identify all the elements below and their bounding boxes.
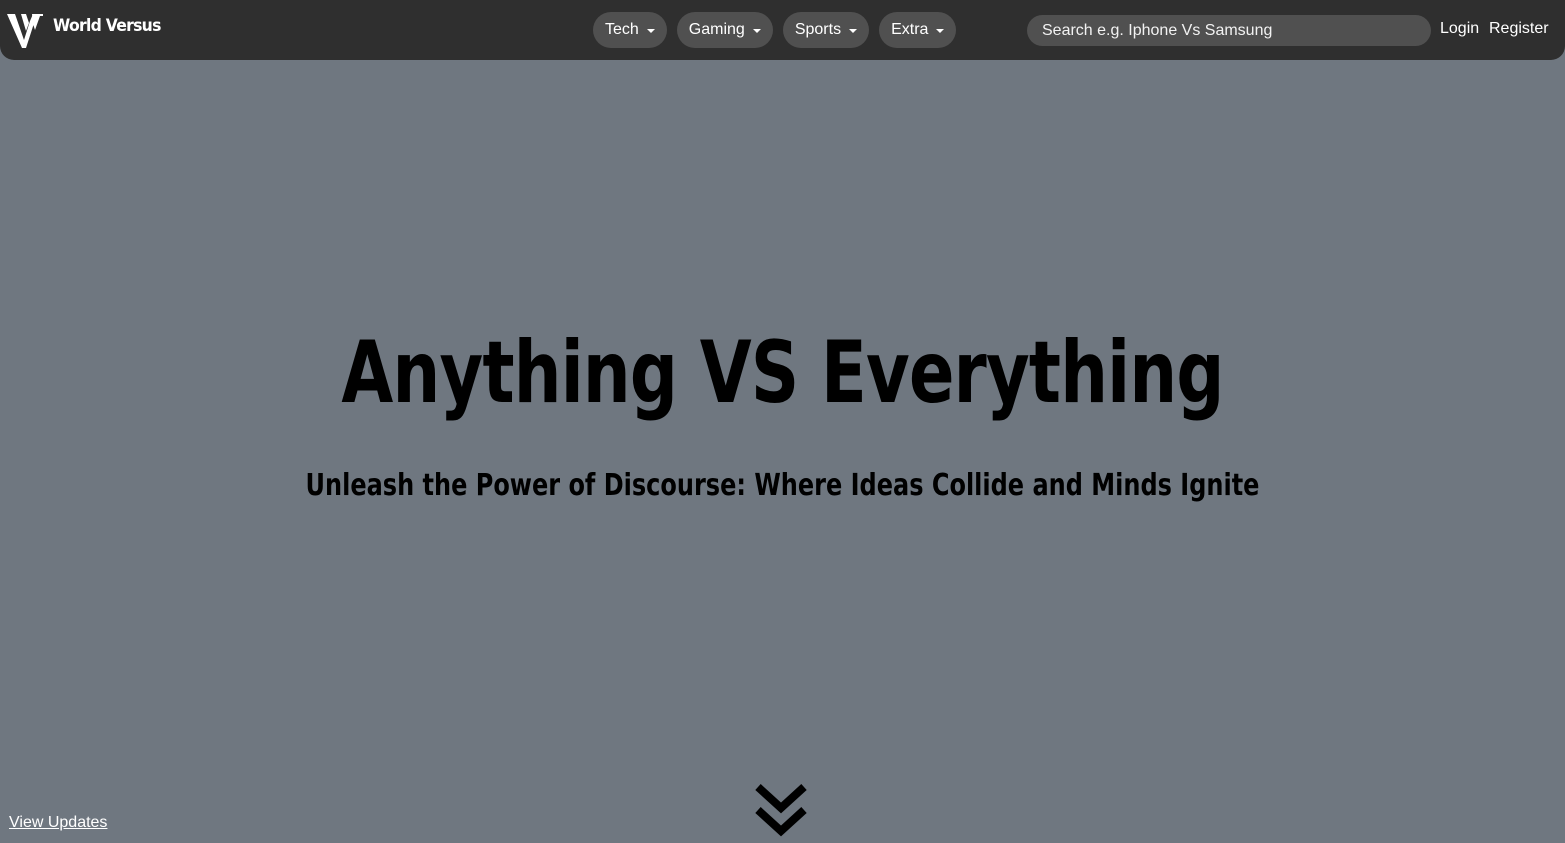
brand-name: World Versus [53, 16, 161, 36]
search-input[interactable] [1027, 15, 1431, 46]
caret-down-icon [752, 28, 761, 33]
menu-gaming-dropdown[interactable]: Gaming [676, 12, 773, 48]
caret-down-icon [646, 28, 655, 33]
category-menus: Tech Gaming Sports Extra [593, 12, 957, 48]
top-navbar: World Versus Tech Gaming Sports Extra Lo… [0, 0, 1565, 60]
page: World Versus Tech Gaming Sports Extra Lo… [0, 0, 1565, 843]
caret-down-icon [849, 28, 858, 33]
login-link[interactable]: Login [1440, 20, 1479, 38]
menu-extra-label: Extra [891, 21, 929, 38]
menu-sports-dropdown[interactable]: Sports [782, 12, 870, 48]
hero-subtitle: Unleash the Power of Discourse: Where Id… [305, 468, 1260, 503]
wv-monogram-icon [7, 14, 43, 48]
menu-tech-dropdown[interactable]: Tech [593, 12, 667, 48]
menu-extra-dropdown[interactable]: Extra [879, 12, 957, 48]
register-link[interactable]: Register [1489, 20, 1549, 38]
view-updates-link[interactable]: View Updates [9, 814, 107, 832]
menu-tech-label: Tech [605, 21, 639, 38]
brand-home-link[interactable]: World Versus [6, 8, 170, 52]
menu-sports-label: Sports [794, 21, 842, 38]
double-chevron-down-icon[interactable] [752, 783, 810, 841]
caret-down-icon [936, 28, 945, 33]
hero-title: Anything VS Everything [341, 323, 1224, 423]
menu-gaming-label: Gaming [688, 21, 745, 38]
